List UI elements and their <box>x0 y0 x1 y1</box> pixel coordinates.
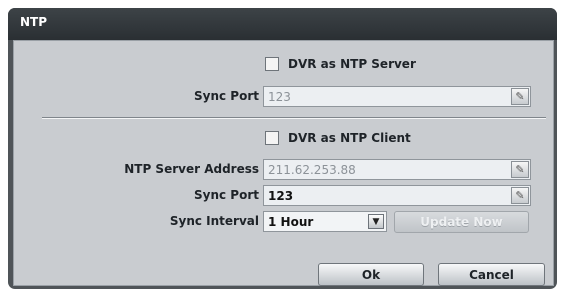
ntp-server-checkbox[interactable] <box>265 57 279 71</box>
server-sync-port-label: Sync Port <box>194 89 259 103</box>
sync-interval-label: Sync Interval <box>169 214 259 228</box>
sync-interval-value: 1 Hour <box>268 214 314 229</box>
dialog-body: DVR as NTP Server Sync Port 123 ✎ DVR as… <box>13 40 554 286</box>
pencil-icon[interactable]: ✎ <box>511 88 529 105</box>
ntp-server-address-label: NTP Server Address <box>124 162 259 176</box>
section-divider <box>42 117 546 119</box>
ntp-client-checkbox[interactable] <box>265 131 279 145</box>
update-now-button[interactable]: Update Now <box>394 211 529 233</box>
triangle-down-icon[interactable]: ▼ <box>368 214 384 229</box>
sync-interval-select[interactable]: 1 Hour ▼ <box>263 211 387 232</box>
title-bar: NTP <box>8 8 557 40</box>
cancel-button[interactable]: Cancel <box>438 263 545 286</box>
server-sync-port-value: 123 <box>268 89 291 104</box>
ntp-client-checkbox-row[interactable]: DVR as NTP Client <box>265 131 411 145</box>
ok-button[interactable]: Ok <box>318 263 424 286</box>
pencil-icon[interactable]: ✎ <box>511 161 529 178</box>
ntp-server-checkbox-row[interactable]: DVR as NTP Server <box>265 57 416 71</box>
dialog-title: NTP <box>20 15 48 29</box>
client-sync-port-value: 123 <box>268 188 294 203</box>
ntp-dialog: NTP DVR as NTP Server Sync Port 123 ✎ DV… <box>8 8 557 289</box>
server-sync-port-field[interactable]: 123 ✎ <box>263 86 531 107</box>
ntp-client-checkbox-label: DVR as NTP Client <box>288 131 411 145</box>
ntp-server-address-field[interactable]: 211.62.253.88 ✎ <box>263 159 531 180</box>
pencil-icon[interactable]: ✎ <box>511 187 529 204</box>
client-sync-port-field[interactable]: 123 ✎ <box>263 185 531 206</box>
client-sync-port-label: Sync Port <box>194 188 259 202</box>
ntp-server-checkbox-label: DVR as NTP Server <box>288 57 416 71</box>
ntp-server-address-value: 211.62.253.88 <box>268 162 356 177</box>
